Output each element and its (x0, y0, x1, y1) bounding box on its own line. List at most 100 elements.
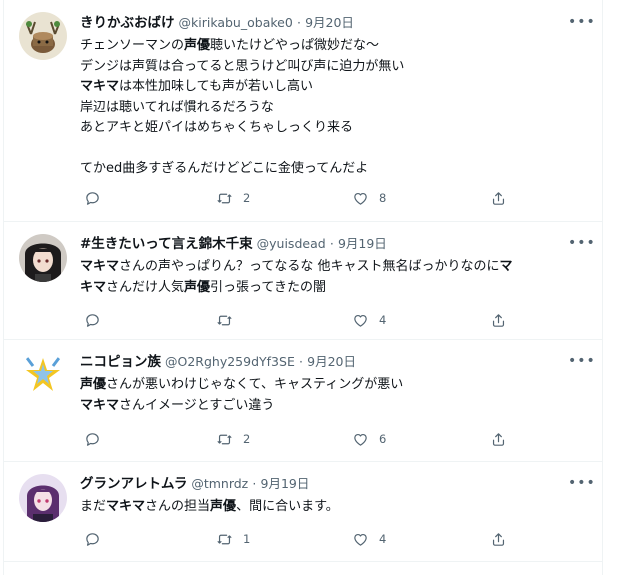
tweet-text: マキマさんの声やっぱりん？ってなるな 他キャスト無名ばっかりなのにマ キマさんだけ… (80, 257, 585, 298)
more-icon[interactable]: ••• (568, 476, 595, 496)
text-segment: 、間に合います。 (236, 499, 339, 514)
like-count: 4 (379, 313, 387, 327)
user-handle[interactable]: @O2Rghy259dYf3SE (165, 354, 295, 369)
highlighted-keyword: マ (499, 259, 513, 274)
share-button[interactable] (490, 429, 507, 449)
like-button[interactable]: 8 (352, 188, 386, 208)
reply-button[interactable] (84, 188, 111, 208)
reply-button[interactable] (84, 529, 111, 549)
text-segment: 聴いたけどやっぱ微妙だな〜 (210, 38, 380, 53)
tweet-date[interactable]: 9月20日 (307, 354, 356, 369)
highlighted-keyword: マキマ (80, 397, 120, 413)
tweet-actions: 4 (76, 310, 516, 330)
user-handle[interactable]: @yuisdead (257, 236, 326, 251)
retweet-button[interactable] (216, 310, 243, 330)
share-button[interactable] (490, 310, 507, 330)
avatar[interactable] (19, 234, 67, 282)
share-button[interactable] (490, 529, 507, 549)
reply-icon (86, 532, 99, 546)
tweet-text-line: 声優さんが悪いわけじゃなくて、キャスティングが悪い (80, 375, 585, 396)
separator-dot: · (299, 354, 303, 369)
tweet-text: 声優さんが悪いわけじゃなくて、キャスティングが悪い マキマさんイメージとすごい違う (80, 375, 585, 416)
tweet-text-line: マキマは本性加味しても声が若いし高い (80, 77, 585, 98)
tweet-text-line: 岸辺は聴いてれば慣れるだろうな (80, 98, 585, 119)
highlighted-keyword: マキマ (80, 259, 120, 274)
text-segment: さんだけ人気 (106, 279, 185, 295)
retweet-icon (217, 534, 232, 544)
text-segment: さんイメージとすごい違う (119, 397, 275, 413)
retweet-icon (217, 193, 232, 203)
avatar[interactable] (19, 474, 67, 522)
share-button[interactable] (490, 188, 507, 208)
retweet-button[interactable]: 2 (216, 188, 250, 208)
share-icon (492, 313, 505, 327)
share-icon (492, 191, 505, 205)
avatar-image (19, 352, 67, 400)
text-segment: さんの声やっぱりん？ってなるな 他キャスト無名ばっかりなのに (119, 259, 500, 274)
retweet-button[interactable]: 2 (216, 429, 250, 449)
like-button[interactable]: 4 (352, 529, 386, 549)
more-icon[interactable]: ••• (568, 354, 595, 374)
like-button[interactable]: 4 (352, 310, 386, 330)
tweet-text-line: あとアキと姫パイはめちゃくちゃしっくり来る (80, 118, 585, 139)
avatar[interactable] (19, 12, 67, 60)
tweet-text: チェンソーマンの声優聴いたけどやっぱ微妙だな〜 デンジは声質は合ってると思うけど叫… (80, 36, 585, 180)
like-count: 8 (379, 191, 387, 205)
separator-dot: · (252, 476, 257, 491)
tweet-actions: 1 4 (76, 529, 516, 549)
reply-button[interactable] (84, 429, 111, 449)
tweet-text-line: デンジは声質は合ってると思うけど叫び声に迫力が無い (80, 57, 585, 78)
reply-icon (86, 313, 99, 327)
reply-icon (86, 191, 99, 205)
like-count: 6 (379, 432, 387, 446)
heart-icon (354, 533, 367, 546)
avatar-image (19, 474, 67, 522)
retweet-count: 1 (243, 532, 251, 546)
tweet-4[interactable]: グランアレトムラ @tmnrdz · 9月19日 ••• まだマキマさんの担当声優… (4, 462, 602, 562)
highlighted-keyword: 声優 (80, 377, 107, 392)
retweet-icon (217, 434, 232, 444)
tweet-header: グランアレトムラ @tmnrdz · 9月19日 (80, 474, 309, 494)
tweet-date[interactable]: 9月19日 (338, 236, 387, 251)
tweet-date[interactable]: 9月19日 (261, 476, 310, 491)
tweet-text: まだマキマさんの担当声優、間に合います。 (80, 497, 585, 518)
share-icon (492, 532, 505, 546)
heart-icon (354, 433, 367, 446)
text-segment: デンジは声質は合ってると思うけど叫び声に迫力が無い (80, 58, 405, 74)
text-segment: 引っ張ってきたの闇 (210, 279, 327, 295)
avatar-image (19, 234, 67, 282)
user-handle[interactable]: @tmnrdz (191, 476, 248, 491)
avatar[interactable] (19, 352, 67, 400)
avatar-image (19, 12, 67, 60)
text-segment: 岸辺は聴いてれば慣れるだろうな (80, 99, 274, 115)
display-name[interactable]: きりかぶおばけ (80, 15, 175, 31)
tweet-actions: 2 6 (76, 429, 516, 449)
heart-icon (354, 314, 367, 327)
user-handle[interactable]: @kirikabu_obake0 (179, 15, 293, 30)
display-name[interactable]: グランアレトムラ (80, 476, 187, 492)
like-count: 4 (379, 532, 387, 546)
tweet-2[interactable]: #生きたいって言え錦木千束 @yuisdead · 9月19日 ••• マキマさん… (4, 222, 602, 340)
tweet-text-line: マキマさんの声やっぱりん？ってなるな 他キャスト無名ばっかりなのにマ (80, 257, 585, 278)
text-segment: さんの担当 (145, 499, 211, 514)
tweet-header: #生きたいって言え錦木千束 @yuisdead · 9月19日 (80, 234, 387, 254)
more-icon[interactable]: ••• (568, 15, 595, 35)
tweet-text-line: チェンソーマンの声優聴いたけどやっぱ微妙だな〜 (80, 36, 585, 57)
more-icon[interactable]: ••• (568, 236, 595, 256)
heart-icon (354, 192, 367, 205)
tweet-actions: 2 8 (76, 188, 516, 208)
highlighted-keyword: 声優 (184, 38, 211, 53)
like-button[interactable]: 6 (352, 429, 386, 449)
tweet-date[interactable]: 9月20日 (305, 15, 354, 30)
display-name[interactable]: #生きたいって言え錦木千束 (80, 236, 253, 252)
retweet-button[interactable]: 1 (216, 529, 250, 549)
tweet-3[interactable]: ニコピョン族 @O2Rghy259dYf3SE · 9月20日 ••• 声優さんが… (4, 340, 602, 462)
tweet-1[interactable]: きりかぶおばけ @kirikabu_obake0 · 9月20日 ••• チェンソ… (4, 0, 602, 222)
tweet-text-line: まだマキマさんの担当声優、間に合います。 (80, 497, 585, 518)
separator-dot: · (329, 236, 334, 251)
tweet-header: きりかぶおばけ @kirikabu_obake0 · 9月20日 (80, 13, 354, 33)
display-name[interactable]: ニコピョン族 (80, 354, 161, 370)
tweet-text-line: マキマさんイメージとすごい違う (80, 396, 585, 417)
highlighted-keyword: 声優 (210, 499, 237, 514)
reply-button[interactable] (84, 310, 111, 330)
